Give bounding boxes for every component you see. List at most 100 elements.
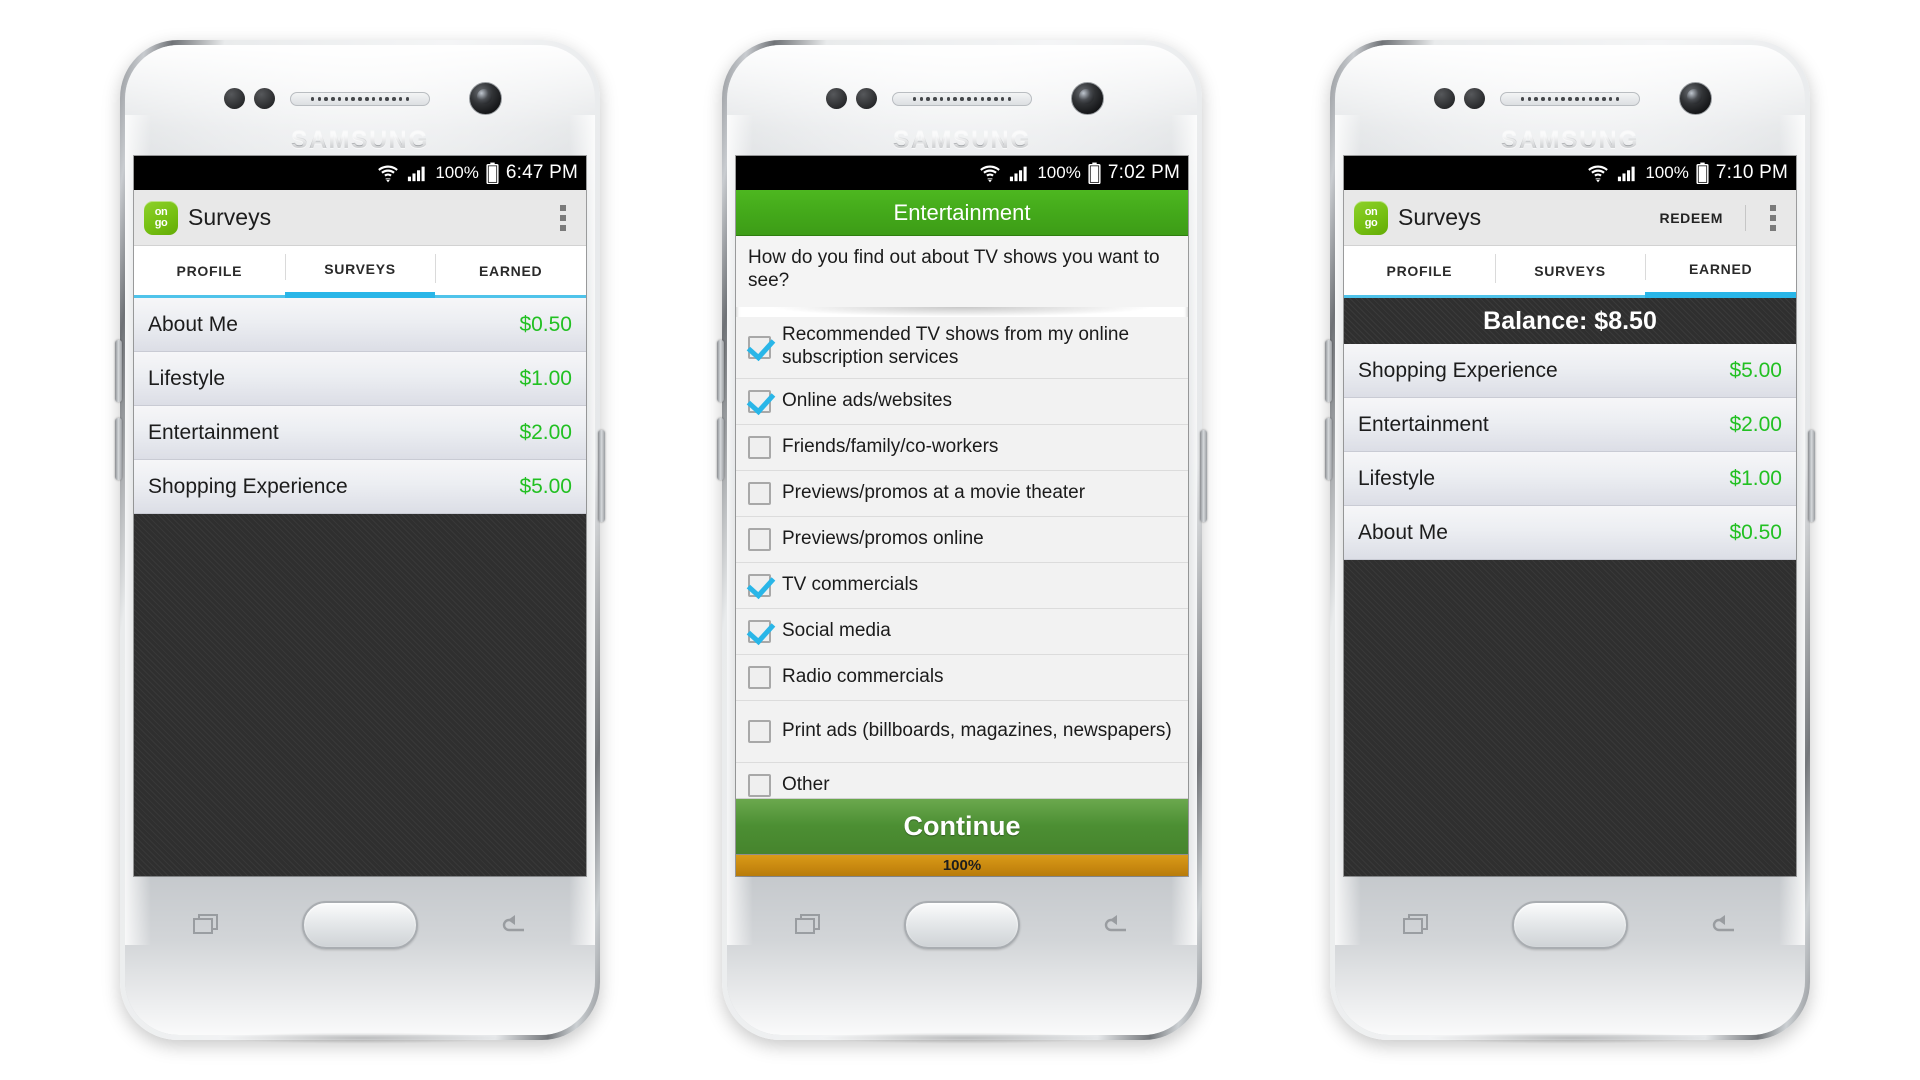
survey-reward: $0.50	[1729, 520, 1782, 544]
earpiece-speaker-icon	[892, 92, 1032, 106]
back-icon[interactable]	[1100, 910, 1130, 940]
app-title: Surveys	[188, 204, 272, 230]
phone-1-drop-shadow	[160, 1030, 560, 1046]
question-divider	[736, 306, 1188, 317]
wifi-icon	[378, 165, 399, 183]
home-button[interactable]	[1512, 901, 1628, 949]
survey-reward: $2.00	[1729, 412, 1782, 436]
answer-option[interactable]: Social media	[736, 609, 1188, 655]
wifi-icon	[1588, 165, 1609, 183]
tab-profile[interactable]: PROFILE	[134, 246, 285, 298]
option-label: TV commercials	[782, 573, 919, 595]
checkbox-unchecked-icon[interactable]	[748, 665, 771, 689]
mockup-canvas: SAMSUNG 100% 6:47 PM on go Surveys PROFI…	[0, 0, 1920, 1080]
volume-down-button[interactable]	[717, 418, 724, 480]
tab-surveys[interactable]: SURVEYS	[284, 246, 436, 298]
checkbox-unchecked-icon[interactable]	[748, 435, 771, 459]
survey-reward: $2.00	[519, 420, 572, 444]
answer-options-list: Recommended TV shows from my online subs…	[736, 316, 1188, 798]
battery-percent-label: 100%	[435, 163, 479, 182]
checkbox-unchecked-icon[interactable]	[748, 527, 771, 551]
answer-option[interactable]: TV commercials	[736, 563, 1188, 609]
continue-button[interactable]: Continue	[736, 798, 1188, 854]
app-bar: on go Surveys REDEEM	[1344, 190, 1796, 246]
power-button[interactable]	[598, 430, 605, 522]
back-icon[interactable]	[498, 910, 528, 940]
answer-option[interactable]: Print ads (billboards, magazines, newspa…	[736, 701, 1188, 763]
checkbox-unchecked-icon[interactable]	[748, 719, 771, 743]
recents-icon[interactable]	[1402, 910, 1432, 940]
survey-list: About Me $0.50 Lifestyle $1.00 Entertain…	[134, 298, 586, 514]
clock-label: 7:02 PM	[1107, 162, 1180, 183]
phone-2: SAMSUNG 100% 7:02 PM Entertainment How d…	[717, 40, 1207, 1046]
proximity-sensor-icon	[826, 88, 877, 109]
checkbox-checked-icon[interactable]	[748, 619, 771, 643]
earpiece-speaker-icon	[290, 92, 430, 106]
front-camera-icon	[1071, 82, 1104, 115]
recents-icon[interactable]	[794, 910, 824, 940]
list-item[interactable]: Lifestyle $1.00	[134, 352, 586, 406]
option-label: Other	[782, 773, 830, 795]
tab-earned[interactable]: EARNED	[1645, 246, 1796, 298]
survey-header: Entertainment	[736, 190, 1188, 236]
answer-option[interactable]: Previews/promos online	[736, 517, 1188, 563]
tab-bar: PROFILE SURVEYS EARNED	[134, 246, 586, 298]
wifi-icon	[980, 165, 1001, 183]
tab-surveys[interactable]: SURVEYS	[1494, 246, 1646, 298]
empty-list-area	[1344, 560, 1796, 876]
list-item[interactable]: Shopping Experience $5.00	[1344, 344, 1796, 398]
tab-earned[interactable]: EARNED	[435, 246, 586, 298]
battery-icon	[1088, 162, 1101, 184]
list-item[interactable]: About Me $0.50	[1344, 506, 1796, 560]
phone-1-sensor-row	[166, 82, 554, 116]
tab-bar: PROFILE SURVEYS EARNED	[1344, 246, 1796, 298]
home-button[interactable]	[904, 901, 1020, 949]
device-brand-label: SAMSUNG	[1330, 126, 1810, 155]
volume-up-button[interactable]	[1325, 340, 1332, 402]
volume-up-button[interactable]	[717, 340, 724, 402]
option-label: Radio commercials	[782, 665, 944, 687]
battery-icon	[486, 162, 499, 184]
power-button[interactable]	[1200, 430, 1207, 522]
front-camera-icon	[469, 82, 502, 115]
power-button[interactable]	[1808, 430, 1815, 522]
list-item[interactable]: Entertainment $2.00	[134, 406, 586, 460]
home-button[interactable]	[302, 901, 418, 949]
overflow-menu-icon[interactable]	[1756, 198, 1790, 238]
checkbox-checked-icon[interactable]	[748, 573, 771, 597]
list-item[interactable]: Lifestyle $1.00	[1344, 452, 1796, 506]
battery-percent-label: 100%	[1645, 163, 1689, 182]
clock-label: 6:47 PM	[505, 162, 578, 183]
answer-option[interactable]: Online ads/websites	[736, 379, 1188, 425]
redeem-button[interactable]: REDEEM	[1648, 210, 1736, 226]
answer-option[interactable]: Other	[736, 763, 1188, 798]
volume-up-button[interactable]	[115, 340, 122, 402]
answer-option[interactable]: Recommended TV shows from my online subs…	[736, 317, 1188, 379]
back-icon[interactable]	[1708, 910, 1738, 940]
phone-1: SAMSUNG 100% 6:47 PM on go Surveys PROFI…	[115, 40, 605, 1046]
list-item[interactable]: About Me $0.50	[134, 298, 586, 352]
list-item[interactable]: Entertainment $2.00	[1344, 398, 1796, 452]
checkbox-unchecked-icon[interactable]	[748, 481, 771, 505]
option-label: Print ads (billboards, magazines, newspa…	[782, 719, 1172, 741]
earpiece-speaker-icon	[1500, 92, 1640, 106]
checkbox-unchecked-icon[interactable]	[748, 773, 771, 797]
overflow-menu-icon[interactable]	[546, 198, 580, 238]
phone-3-screen: 100% 7:10 PM on go Surveys REDEEM PROFILE	[1344, 156, 1796, 876]
volume-down-button[interactable]	[115, 418, 122, 480]
checkbox-checked-icon[interactable]	[748, 389, 771, 413]
recents-icon[interactable]	[192, 910, 222, 940]
hardware-nav-bar	[752, 886, 1172, 964]
volume-down-button[interactable]	[1325, 418, 1332, 480]
option-label: Friends/family/co-workers	[782, 435, 999, 457]
phone-3-drop-shadow	[1370, 1030, 1770, 1046]
tab-profile[interactable]: PROFILE	[1344, 246, 1495, 298]
balance-banner: Balance: $8.50	[1344, 298, 1796, 344]
list-item[interactable]: Shopping Experience $5.00	[134, 460, 586, 514]
answer-option[interactable]: Radio commercials	[736, 655, 1188, 701]
checkbox-checked-icon[interactable]	[748, 335, 771, 359]
answer-option[interactable]: Friends/family/co-workers	[736, 425, 1188, 471]
empty-list-area	[134, 514, 586, 876]
survey-name: Lifestyle	[1358, 466, 1436, 490]
answer-option[interactable]: Previews/promos at a movie theater	[736, 471, 1188, 517]
